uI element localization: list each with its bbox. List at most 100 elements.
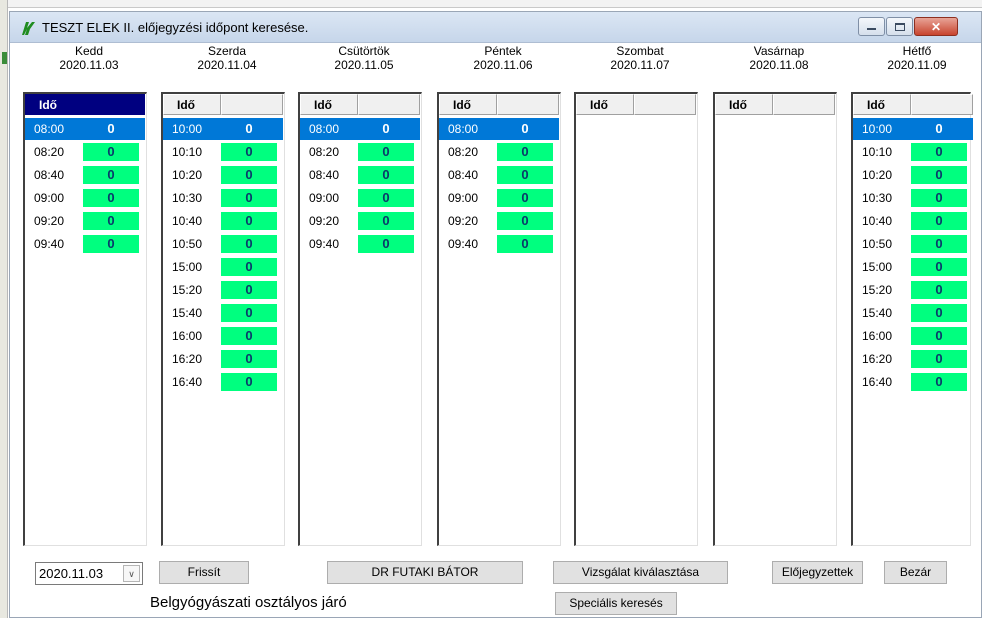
slot-row[interactable]: 08:00 0 xyxy=(439,118,559,140)
time-column-header[interactable]: Idő xyxy=(853,94,911,115)
slot-row[interactable]: 10:50 0 xyxy=(163,233,283,255)
minimize-button[interactable] xyxy=(858,17,885,36)
minimize-icon xyxy=(867,28,876,30)
slot-list[interactable]: Idő 08:00 0 08:20 0 08:40 0 09:00 0 09:20 0 09:40 0 xyxy=(22,91,148,547)
count-column-header[interactable] xyxy=(221,94,283,115)
slot-row[interactable]: 10:20 0 xyxy=(163,164,283,186)
slot-row[interactable]: 10:10 0 xyxy=(853,141,973,163)
time-column-header[interactable]: Idő xyxy=(715,94,773,115)
slot-row[interactable]: 09:00 0 xyxy=(439,187,559,209)
slot-row[interactable]: 09:20 0 xyxy=(300,210,420,232)
date-picker[interactable]: 2020.11.03 ∨ xyxy=(35,562,143,585)
slot-list[interactable]: Idő 10:00 0 10:10 0 10:20 0 10:30 0 10:40 0 10:50 0 1… xyxy=(850,91,973,547)
title-bar[interactable]: TESZT ELEK II. előjegyzési időpont keres… xyxy=(10,12,981,43)
close-window-button[interactable]: ✕ xyxy=(914,17,958,36)
slot-row[interactable]: 10:10 0 xyxy=(163,141,283,163)
day-date: 2020.11.04 xyxy=(197,58,257,72)
doctor-button[interactable]: DR FUTAKI BÁTOR xyxy=(327,561,523,584)
slot-time: 09:00 xyxy=(309,191,340,205)
slot-row[interactable]: 16:40 0 xyxy=(853,371,973,393)
chevron-down-icon[interactable]: ∨ xyxy=(123,565,140,582)
slot-row[interactable]: 08:40 0 xyxy=(25,164,145,186)
time-column-header[interactable]: Idő xyxy=(439,94,497,115)
refresh-button[interactable]: Frissít xyxy=(159,561,249,584)
slot-row[interactable]: 15:00 0 xyxy=(853,256,973,278)
slot-row[interactable]: 15:40 0 xyxy=(853,302,973,324)
maximize-button[interactable] xyxy=(886,17,913,36)
slot-list[interactable]: Idő 08:00 0 08:20 0 08:40 0 09:00 0 09:20 0 09:40 0 xyxy=(297,91,423,547)
slot-row[interactable]: 16:00 0 xyxy=(853,325,973,347)
slot-count: 0 xyxy=(911,166,967,184)
slot-count: 0 xyxy=(497,189,553,207)
slot-row[interactable]: 09:40 0 xyxy=(25,233,145,255)
list-column-header[interactable]: Idő xyxy=(163,94,283,115)
slot-row[interactable]: 15:20 0 xyxy=(853,279,973,301)
slot-row[interactable]: 08:20 0 xyxy=(25,141,145,163)
slot-row[interactable]: 09:00 0 xyxy=(300,187,420,209)
slot-count: 0 xyxy=(358,166,414,184)
slot-row[interactable]: 10:30 0 xyxy=(163,187,283,209)
slot-row[interactable]: 09:40 0 xyxy=(439,233,559,255)
list-column-header[interactable]: Idő xyxy=(853,94,973,115)
count-column-header[interactable] xyxy=(773,94,835,115)
slot-row[interactable]: 10:40 0 xyxy=(853,210,973,232)
close-button[interactable]: Bezár xyxy=(884,561,947,584)
slot-list[interactable]: Idő 10:00 0 10:10 0 10:20 0 10:30 0 10:40 0 10:50 0 1… xyxy=(160,91,286,547)
appointments-button[interactable]: Előjegyzettek xyxy=(772,561,863,584)
slot-count: 0 xyxy=(221,258,277,276)
time-column-header[interactable]: Idő xyxy=(163,94,221,115)
count-column-header[interactable] xyxy=(634,94,696,115)
slot-row[interactable]: 08:20 0 xyxy=(300,141,420,163)
time-column-header[interactable]: Idő xyxy=(300,94,358,115)
slot-row[interactable]: 09:20 0 xyxy=(25,210,145,232)
slot-row[interactable]: 10:30 0 xyxy=(853,187,973,209)
special-search-button[interactable]: Speciális keresés xyxy=(555,592,677,615)
day-name: Csütörtök xyxy=(338,44,390,58)
slot-row[interactable]: 10:40 0 xyxy=(163,210,283,232)
slot-row[interactable]: 09:20 0 xyxy=(439,210,559,232)
list-column-header[interactable]: Idő xyxy=(439,94,559,115)
slot-count: 0 xyxy=(358,120,414,138)
slot-row[interactable]: 08:00 0 xyxy=(25,118,145,140)
list-column-header[interactable]: Idő xyxy=(300,94,420,115)
time-column-header[interactable]: Idő xyxy=(25,94,83,115)
list-column-header[interactable]: Idő xyxy=(25,94,145,115)
slot-time: 16:40 xyxy=(862,375,893,389)
slot-row[interactable]: 16:40 0 xyxy=(163,371,283,393)
slot-row[interactable]: 10:20 0 xyxy=(853,164,973,186)
count-column-header[interactable] xyxy=(83,94,145,115)
slot-row[interactable]: 15:00 0 xyxy=(163,256,283,278)
slot-row[interactable]: 16:20 0 xyxy=(853,348,973,370)
slot-list[interactable]: Idő xyxy=(712,91,838,547)
slot-time: 10:00 xyxy=(172,122,203,136)
slot-row[interactable]: 08:40 0 xyxy=(300,164,420,186)
slot-time: 10:30 xyxy=(172,191,203,205)
time-column-header[interactable]: Idő xyxy=(576,94,634,115)
slot-list[interactable]: Idő xyxy=(573,91,699,547)
slot-row[interactable]: 15:20 0 xyxy=(163,279,283,301)
list-column-header[interactable]: Idő xyxy=(715,94,835,115)
list-column-header[interactable]: Idő xyxy=(576,94,696,115)
close-icon: ✕ xyxy=(930,19,942,34)
slot-count: 0 xyxy=(83,120,139,138)
slot-row[interactable]: 10:50 0 xyxy=(853,233,973,255)
slot-row[interactable]: 15:40 0 xyxy=(163,302,283,324)
slot-row[interactable]: 08:40 0 xyxy=(439,164,559,186)
slot-row[interactable]: 09:00 0 xyxy=(25,187,145,209)
slot-count: 0 xyxy=(911,143,967,161)
slot-row[interactable]: 10:00 0 xyxy=(163,118,283,140)
count-column-header[interactable] xyxy=(497,94,559,115)
background-window-strip xyxy=(0,0,8,618)
slot-row[interactable]: 16:00 0 xyxy=(163,325,283,347)
slot-row[interactable]: 16:20 0 xyxy=(163,348,283,370)
count-column-header[interactable] xyxy=(358,94,420,115)
exam-select-button[interactable]: Vizsgálat kiválasztása xyxy=(553,561,728,584)
slot-row[interactable]: 08:00 0 xyxy=(300,118,420,140)
slot-count: 0 xyxy=(497,120,553,138)
slot-row[interactable]: 09:40 0 xyxy=(300,233,420,255)
count-column-header[interactable] xyxy=(911,94,973,115)
slot-row[interactable]: 08:20 0 xyxy=(439,141,559,163)
slot-row[interactable]: 10:00 0 xyxy=(853,118,973,140)
slot-list[interactable]: Idő 08:00 0 08:20 0 08:40 0 09:00 0 09:20 0 09:40 0 xyxy=(436,91,562,547)
list-frame xyxy=(574,92,698,546)
